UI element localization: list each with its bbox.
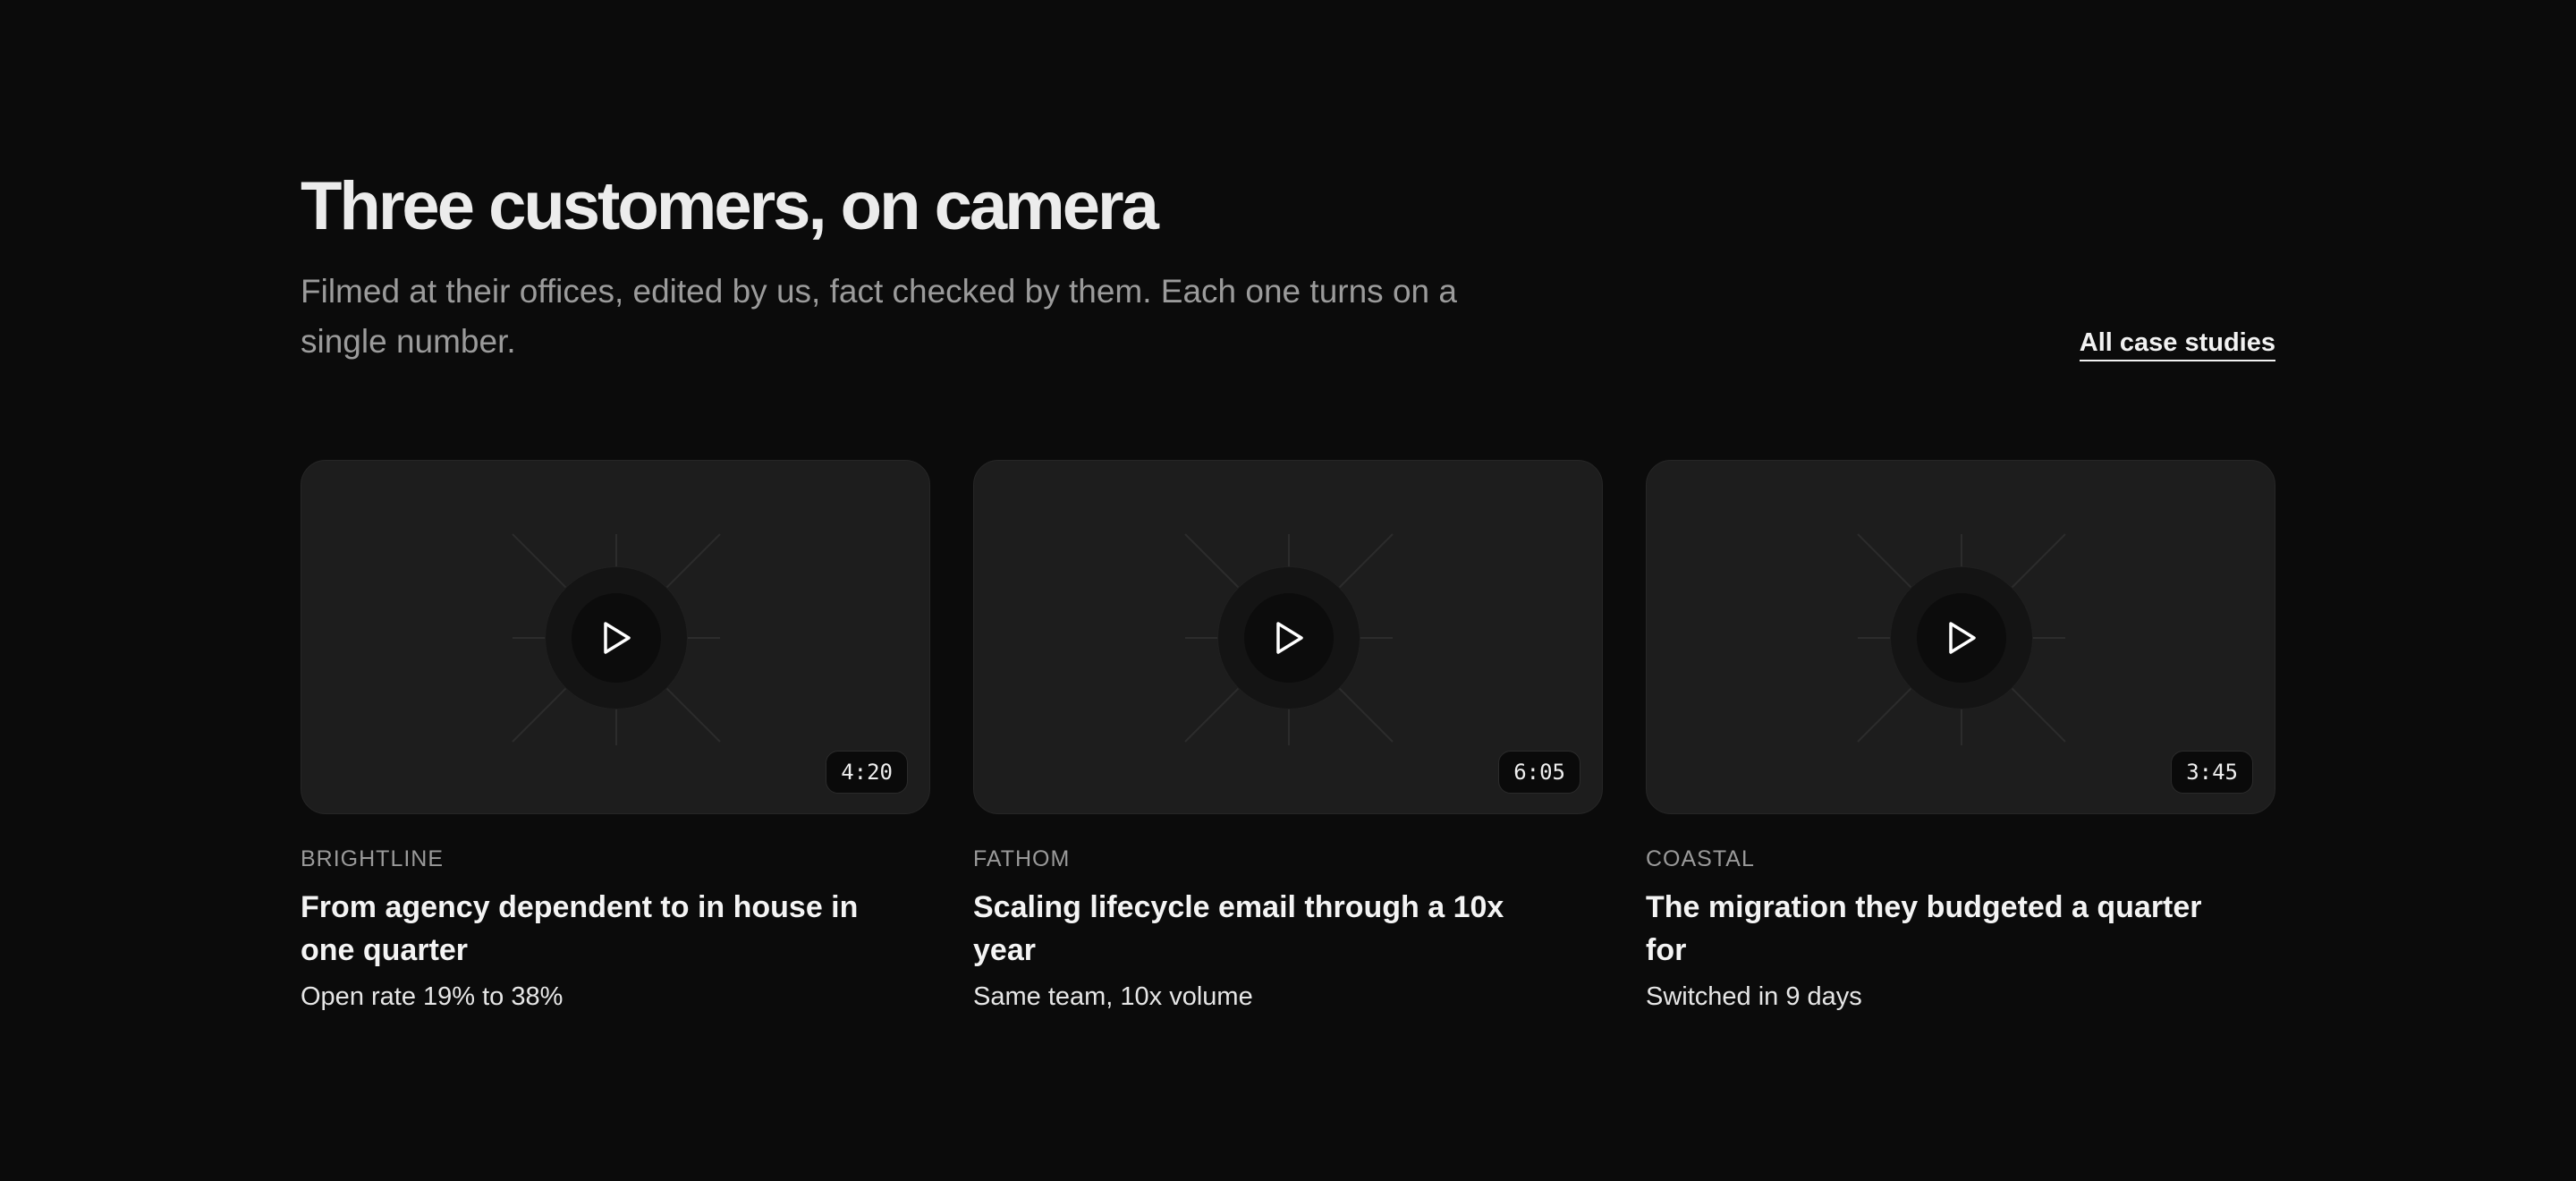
section-header: Filmed at their offices, edited by us, f… [301,267,2275,385]
company-name: COASTAL [1646,846,1755,871]
card-title[interactable]: The migration they budgeted a quarter fo… [1646,886,2218,972]
video-thumbnail[interactable]: 6:05 [973,460,1603,814]
card-metric: Same team, 10x volume [973,982,1253,1011]
play-button[interactable] [1917,593,2006,683]
duration-badge: 6:05 [1498,751,1580,794]
video-thumbnail[interactable]: 3:45 [1646,460,2275,814]
card-title[interactable]: From agency dependent to in house in one… [301,886,873,972]
video-card-list: 4:20 BRIGHTLINE From agency dependent to… [301,460,2275,1015]
card-metric: Switched in 9 days [1646,982,1862,1011]
duration-badge: 4:20 [826,751,908,794]
case-studies-section: Three customers, on camera Filmed at the… [301,168,2275,1011]
all-case-studies-link[interactable]: All case studies [2079,327,2275,361]
video-thumbnail[interactable]: 4:20 [301,460,930,814]
play-button[interactable] [1244,593,1334,683]
video-card[interactable]: 6:05 FATHOM Scaling lifecycle email thro… [973,460,1603,1015]
play-icon [604,622,631,654]
video-card[interactable]: 3:45 COASTAL The migration they budgeted… [1646,460,2275,1015]
play-icon [1949,622,1976,654]
card-metric: Open rate 19% to 38% [301,982,564,1011]
company-name: FATHOM [973,846,1071,871]
play-icon [1276,622,1303,654]
video-card[interactable]: 4:20 BRIGHTLINE From agency dependent to… [301,460,930,1015]
play-button[interactable] [572,593,661,683]
section-subtitle: Filmed at their offices, edited by us, f… [301,273,1457,360]
company-name: BRIGHTLINE [301,846,445,871]
section-title: Three customers, on camera [301,168,1159,244]
duration-badge: 3:45 [2171,751,2253,794]
card-title[interactable]: Scaling lifecycle email through a 10x ye… [973,886,1546,972]
